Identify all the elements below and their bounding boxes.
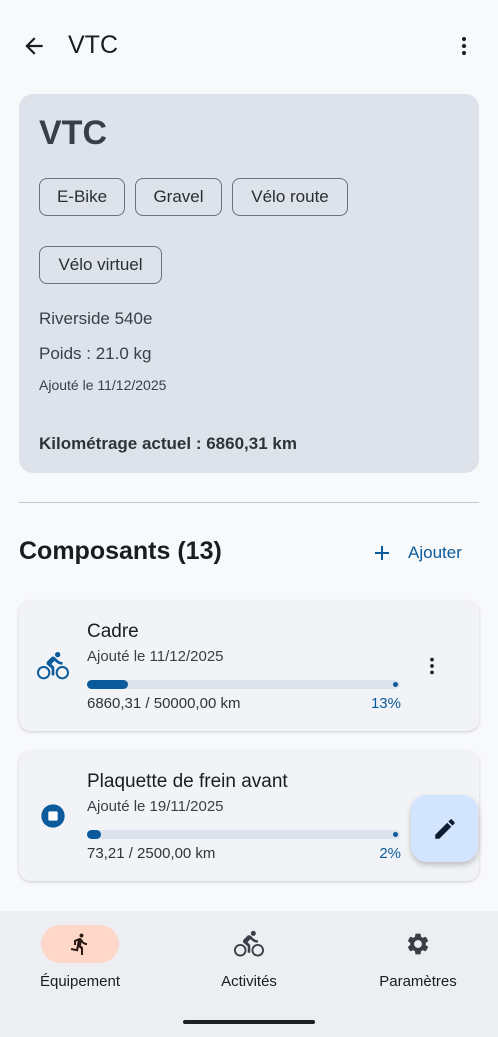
page-title: VTC [68, 31, 118, 59]
add-icon [375, 546, 389, 560]
bike-weight: Poids : 21.0 kg [39, 344, 152, 363]
bike-info-card: VTC E-Bike Gravel Vélo route Vélo virtue… [19, 94, 479, 473]
nav-icon-container [379, 925, 457, 963]
component-km: 6860,31 / 50000,00 km [87, 695, 241, 712]
nav-item-parametres[interactable]: Paramètres [348, 925, 488, 990]
component-more-button[interactable] [417, 651, 447, 681]
bike-added-date: Ajouté le 11/12/2025 [39, 377, 167, 393]
chip-e-bike[interactable]: E-Bike [39, 178, 125, 216]
component-added-date: Ajouté le 19/11/2025 [87, 798, 224, 815]
person-running-icon [70, 933, 87, 955]
nav-item-activites[interactable]: Activités [179, 925, 319, 990]
components-title: Composants (13) [19, 537, 222, 565]
nav-active-indicator [41, 925, 119, 963]
nav-label: Paramètres [379, 973, 457, 990]
progress-end-dot [393, 832, 398, 837]
component-card[interactable]: Plaquette de frein avant Ajouté le 19/11… [19, 751, 479, 881]
component-percent: 2% [379, 845, 401, 862]
chip-velo-route[interactable]: Vélo route [232, 178, 348, 216]
add-component-label: Ajouter [408, 543, 462, 562]
component-progress-bar [87, 830, 400, 839]
back-button[interactable] [14, 26, 54, 66]
component-percent: 13% [370, 695, 401, 712]
nav-icon-container [210, 925, 288, 963]
chip-velo-virtuel[interactable]: Vélo virtuel [39, 246, 162, 284]
gear-icon [407, 933, 429, 955]
more-vert-icon [430, 657, 434, 675]
component-progress-fill [87, 830, 101, 839]
edit-fab[interactable] [411, 795, 478, 862]
component-added-date: Ajouté le 11/12/2025 [87, 648, 224, 665]
nav-item-equipement[interactable]: Équipement [10, 925, 150, 990]
edit-icon [434, 818, 455, 839]
nav-label: Activités [221, 973, 277, 990]
bicycle-icon [234, 930, 264, 957]
more-options-button[interactable] [444, 26, 484, 66]
component-progress-bar [87, 680, 400, 689]
component-name: Plaquette de frein avant [87, 771, 288, 792]
home-indicator [183, 1020, 315, 1024]
bike-model: Riverside 540e [39, 309, 153, 328]
divider [19, 502, 479, 503]
progress-end-dot [393, 682, 398, 687]
chip-gravel[interactable]: Gravel [135, 178, 222, 216]
component-progress-fill [87, 680, 128, 689]
bike-name: VTC [39, 114, 107, 152]
bottom-navigation: Équipement Activités Paramètres [0, 911, 498, 1037]
stop-circle-icon [37, 800, 69, 832]
component-name: Cadre [87, 621, 139, 642]
component-card[interactable]: Cadre Ajouté le 11/12/2025 6860,31 / 500… [19, 601, 479, 731]
arrow-back-icon [25, 37, 43, 55]
top-app-bar: VTC [0, 0, 498, 94]
bicycle-icon [37, 650, 69, 682]
bike-mileage: Kilométrage actuel : 6860,31 km [39, 434, 297, 453]
more-vert-icon [462, 37, 466, 55]
add-component-button[interactable]: Ajouter [370, 537, 462, 569]
nav-label: Équipement [39, 973, 121, 990]
component-km: 73,21 / 2500,00 km [87, 845, 216, 862]
